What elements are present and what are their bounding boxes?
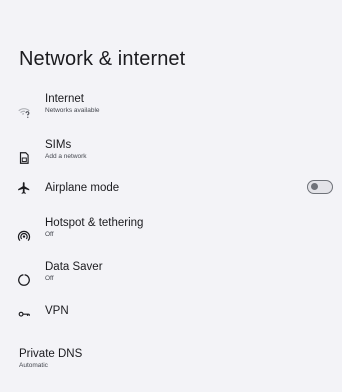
internet-summary: Networks available: [45, 107, 100, 114]
vpn-label: VPN: [45, 305, 69, 317]
wifi-question-icon: [16, 104, 32, 120]
private-dns-setting-item[interactable]: Private DNS Automatic: [0, 347, 342, 387]
internet-label: Internet: [45, 93, 84, 105]
vpn-key-icon: [16, 305, 32, 321]
airplane-mode-toggle[interactable]: [307, 180, 333, 194]
sims-label: SIMs: [45, 139, 72, 151]
data-saver-icon: [16, 272, 32, 288]
internet-setting-item[interactable]: Internet Networks available: [0, 92, 342, 132]
page-title: Network & internet: [19, 48, 186, 70]
toggle-knob: [311, 183, 318, 190]
hotspot-tethering-summary: Off: [45, 231, 54, 238]
airplane-mode-label: Airplane mode: [45, 182, 120, 194]
data-saver-summary: Off: [45, 275, 54, 282]
sims-summary: Add a network: [45, 153, 87, 160]
sim-card-icon: [16, 150, 32, 166]
hotspot-tethering-setting-item[interactable]: Hotspot & tethering Off: [0, 216, 342, 256]
airplane-mode-setting-item[interactable]: Airplane mode: [0, 168, 342, 208]
private-dns-label: Private DNS: [19, 348, 83, 360]
vpn-setting-item[interactable]: VPN: [0, 293, 342, 333]
private-dns-summary: Automatic: [19, 362, 48, 369]
hotspot-icon: [16, 228, 32, 244]
airplane-icon: [16, 180, 32, 196]
data-saver-label: Data Saver: [45, 261, 103, 273]
hotspot-tethering-label: Hotspot & tethering: [45, 217, 144, 229]
